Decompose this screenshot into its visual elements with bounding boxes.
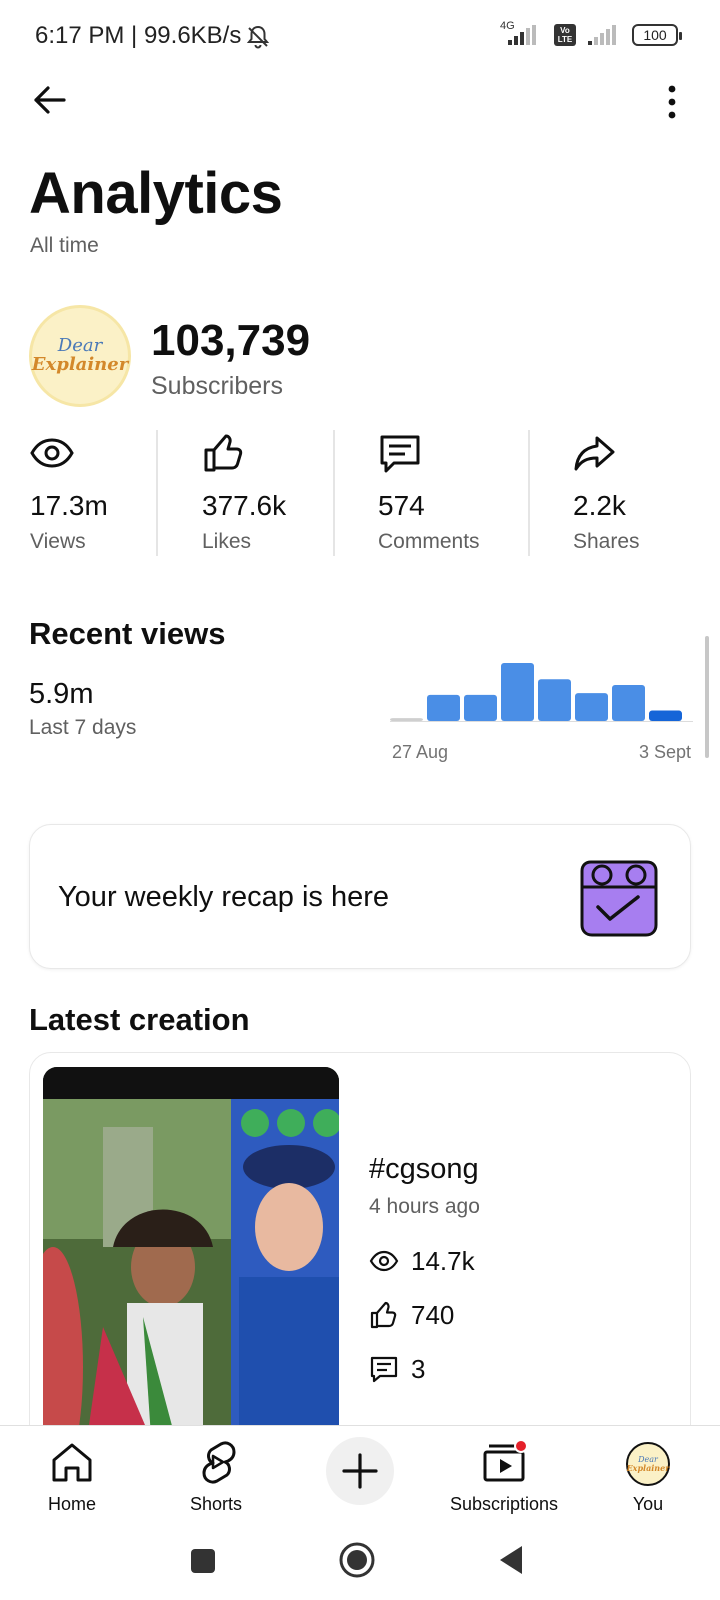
recent-views-title: Recent views bbox=[29, 616, 226, 651]
chart-bar-7 bbox=[649, 710, 682, 721]
stat-divider bbox=[156, 430, 158, 556]
video-likes: 740 bbox=[369, 1298, 454, 1332]
chart-bar-5 bbox=[575, 693, 608, 721]
page-title: Analytics bbox=[29, 161, 283, 226]
chart-bar-3 bbox=[501, 663, 534, 721]
comments-value: 574 bbox=[378, 490, 425, 521]
likes-label: Likes bbox=[202, 530, 252, 553]
video-views: 14.7k bbox=[369, 1244, 475, 1278]
more-options-icon[interactable] bbox=[660, 78, 684, 122]
recent-views-chart[interactable]: 27 Aug 3 Sept bbox=[390, 655, 693, 765]
video-posted-time: 4 hours ago bbox=[369, 1195, 480, 1218]
likes-value: 377.6k bbox=[202, 490, 287, 521]
video-comments-value: 3 bbox=[411, 1353, 426, 1384]
recent-apps-icon[interactable] bbox=[182, 1540, 222, 1580]
channel-avatar: Dear Explainer bbox=[29, 305, 131, 407]
eye-icon bbox=[369, 1250, 399, 1272]
views-value: 17.3m bbox=[30, 490, 108, 521]
mute-bell-icon bbox=[246, 25, 270, 49]
back-triangle-icon[interactable] bbox=[492, 1540, 532, 1580]
video-thumbnail[interactable] bbox=[43, 1067, 339, 1452]
thumbs-up-icon bbox=[204, 434, 243, 472]
subscriptions-icon bbox=[483, 1440, 527, 1482]
eye-icon bbox=[30, 438, 74, 468]
weekly-recap-card[interactable]: Your weekly recap is here bbox=[29, 824, 691, 969]
video-title: #cgsong bbox=[369, 1153, 479, 1185]
latest-creation-title: Latest creation bbox=[29, 1002, 250, 1037]
plus-icon bbox=[342, 1453, 378, 1489]
share-icon bbox=[574, 436, 615, 471]
back-arrow-icon[interactable] bbox=[28, 78, 72, 122]
status-time: 6:17 PM | 99.6KB/s bbox=[35, 22, 242, 49]
nav-you[interactable]: Dear Explainer You bbox=[578, 1434, 718, 1516]
avatar-text-explainer: Explainer bbox=[31, 354, 129, 375]
stat-divider bbox=[528, 430, 530, 556]
chart-bar-2 bbox=[464, 694, 497, 721]
chart-x-end-label: 3 Sept bbox=[639, 742, 691, 762]
latest-creation-card[interactable]: #cgsong 4 hours ago 14.7k 740 3 bbox=[29, 1052, 691, 1452]
views-label: Views bbox=[30, 530, 86, 553]
subscriber-label: Subscribers bbox=[151, 372, 283, 400]
avatar-small-explainer: Explainer bbox=[626, 1463, 670, 1473]
nav-you-label: You bbox=[632, 1494, 664, 1514]
nav-subscriptions-label: Subscriptions bbox=[449, 1494, 559, 1514]
video-likes-value: 740 bbox=[411, 1299, 455, 1330]
status-bar: 6:17 PM | 99.6KB/s 4G Vo LTE 100 bbox=[0, 0, 720, 74]
volte-icon: Vo LTE bbox=[554, 24, 576, 46]
signal-icon bbox=[588, 25, 616, 45]
home-circle-icon[interactable] bbox=[337, 1540, 377, 1580]
chart-bar-6 bbox=[612, 685, 645, 721]
nav-subscriptions[interactable]: Subscriptions bbox=[434, 1434, 574, 1516]
home-icon bbox=[52, 1443, 92, 1482]
comments-label: Comments bbox=[378, 530, 480, 553]
comment-icon bbox=[380, 435, 420, 473]
stat-divider bbox=[333, 430, 335, 556]
chart-bar-1 bbox=[427, 694, 460, 721]
shares-value: 2.2k bbox=[573, 490, 626, 521]
calendar-check-icon bbox=[580, 860, 658, 937]
avatar-text-dear: Dear bbox=[57, 335, 103, 356]
nav-shorts[interactable]: Shorts bbox=[146, 1434, 286, 1516]
app-bar bbox=[0, 74, 720, 126]
nav-home-label: Home bbox=[47, 1494, 96, 1514]
battery-indicator: 100 bbox=[632, 24, 682, 46]
recent-views-period: Last 7 days bbox=[29, 716, 137, 739]
comment-icon bbox=[370, 1356, 398, 1383]
subscriber-count: 103,739 bbox=[151, 316, 311, 365]
stats-row: 17.3m Views 377.6k Likes 574 Comments 2.… bbox=[0, 430, 720, 556]
bottom-navigation: Home Shorts Subscriptions Dear Explainer… bbox=[0, 1425, 720, 1520]
scrollbar[interactable] bbox=[705, 636, 709, 758]
video-comments: 3 bbox=[369, 1352, 425, 1386]
network-type-label: 4G bbox=[500, 20, 515, 32]
time-range-label: All time bbox=[30, 234, 99, 257]
chart-x-start-label: 27 Aug bbox=[392, 742, 448, 762]
status-icons: 4G Vo LTE 100 bbox=[500, 20, 682, 46]
chart-bar-0 bbox=[390, 718, 423, 721]
shorts-icon bbox=[202, 1441, 236, 1484]
profile-avatar: Dear Explainer bbox=[626, 1442, 670, 1486]
video-views-value: 14.7k bbox=[411, 1245, 475, 1276]
nav-shorts-label: Shorts bbox=[189, 1494, 243, 1514]
nav-home[interactable]: Home bbox=[2, 1434, 142, 1516]
create-button[interactable] bbox=[326, 1437, 394, 1505]
thumbs-up-icon bbox=[370, 1301, 397, 1329]
weekly-recap-text: Your weekly recap is here bbox=[58, 881, 389, 913]
signal-4g-icon: 4G bbox=[500, 20, 544, 46]
recent-views-value: 5.9m bbox=[29, 678, 94, 710]
chart-bar-4 bbox=[538, 679, 571, 721]
system-navigation-bar bbox=[0, 1520, 720, 1600]
shares-label: Shares bbox=[573, 530, 640, 553]
